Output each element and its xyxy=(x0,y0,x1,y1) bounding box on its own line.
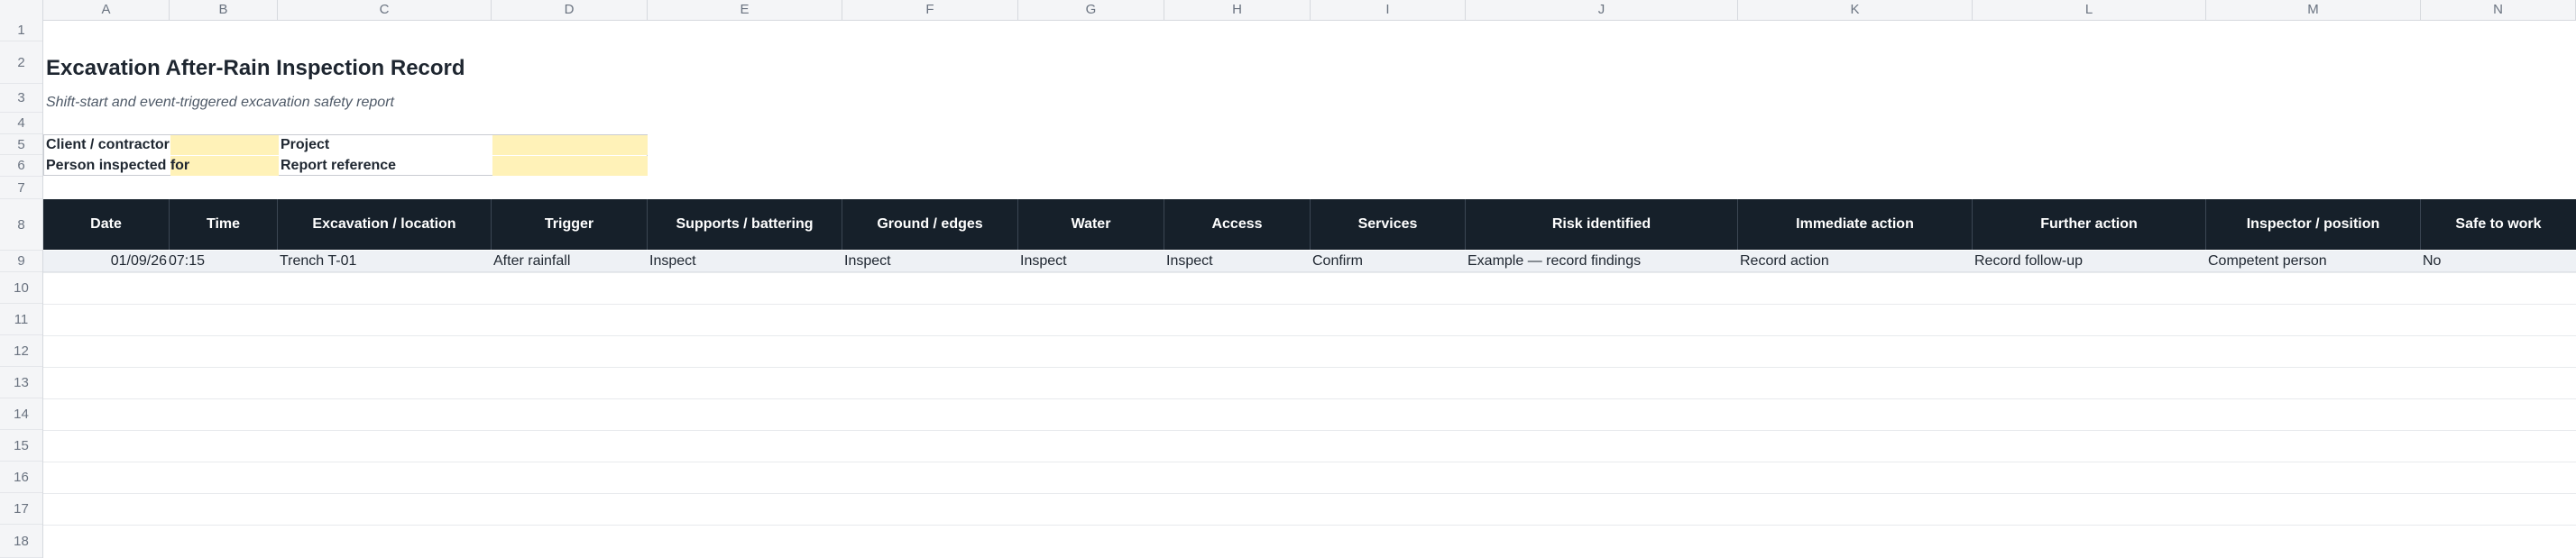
row-header-3[interactable]: 3 xyxy=(0,84,42,113)
cell-date[interactable]: 01/09/26 xyxy=(43,251,167,272)
header-trigger[interactable]: Trigger xyxy=(492,199,648,250)
grid-line xyxy=(43,335,2576,336)
row-header-2[interactable]: 2 xyxy=(0,41,42,84)
column-header-e[interactable]: E xyxy=(648,0,842,20)
row-header-5[interactable]: 5 xyxy=(0,134,42,155)
cell-inspector-position[interactable]: Competent person xyxy=(2208,251,2419,272)
grid-line xyxy=(43,398,2576,399)
project-label: Project xyxy=(281,137,330,152)
report-reference-label: Report reference xyxy=(281,158,397,173)
cell-water[interactable]: Inspect xyxy=(1020,251,1163,272)
header-safe-to-work[interactable]: Safe to work xyxy=(2421,199,2576,250)
column-header-i[interactable]: I xyxy=(1311,0,1466,20)
row-header-1[interactable]: 1 xyxy=(0,20,42,41)
row-header-9[interactable]: 9 xyxy=(0,251,42,272)
cell-services[interactable]: Confirm xyxy=(1312,251,1464,272)
cell-trigger[interactable]: After rainfall xyxy=(493,251,646,272)
cell-ground-edges[interactable]: Inspect xyxy=(844,251,1017,272)
header-risk-identified[interactable]: Risk identified xyxy=(1466,199,1738,250)
cell-supports-battering[interactable]: Inspect xyxy=(649,251,841,272)
column-header-a[interactable]: A xyxy=(43,0,170,20)
row-header-18[interactable]: 18 xyxy=(0,525,42,558)
header-excavation-location[interactable]: Excavation / location xyxy=(278,199,492,250)
cell-excavation-location[interactable]: Trench T-01 xyxy=(280,251,490,272)
header-time[interactable]: Time xyxy=(170,199,278,250)
column-header-bar: A B C D E F G H I J K L M N xyxy=(0,0,2576,21)
row-header-4[interactable]: 4 xyxy=(0,113,42,134)
header-services[interactable]: Services xyxy=(1311,199,1466,250)
grid-line xyxy=(43,430,2576,431)
row-header-17[interactable]: 17 xyxy=(0,493,42,525)
header-supports-battering[interactable]: Supports / battering xyxy=(648,199,842,250)
client-contractor-label: Client / contractor xyxy=(46,137,170,152)
column-header-f[interactable]: F xyxy=(842,0,1018,20)
select-all-corner[interactable] xyxy=(0,0,43,20)
grid-line xyxy=(43,525,2576,526)
row-header-11[interactable]: 11 xyxy=(0,304,42,335)
sheet-subtitle[interactable]: Shift-start and event-triggered excavati… xyxy=(46,95,394,111)
info-block: Client / contractor Project Person inspe… xyxy=(43,134,648,176)
row-header-10[interactable]: 10 xyxy=(0,272,42,304)
client-contractor-input[interactable] xyxy=(170,135,279,155)
column-header-g[interactable]: G xyxy=(1018,0,1164,20)
header-ground-edges[interactable]: Ground / edges xyxy=(842,199,1018,250)
grid-line xyxy=(43,367,2576,368)
column-header-m[interactable]: M xyxy=(2206,0,2421,20)
cell-time[interactable]: 07:15 xyxy=(169,251,276,272)
row-header-16[interactable]: 16 xyxy=(0,462,42,493)
table-row: 01/09/26 07:15 Trench T-01 After rainfal… xyxy=(43,251,2576,272)
column-header-k[interactable]: K xyxy=(1738,0,1973,20)
grid-line xyxy=(43,304,2576,305)
row-header-7[interactable]: 7 xyxy=(0,177,42,199)
header-further-action[interactable]: Further action xyxy=(1973,199,2206,250)
row-header-8[interactable]: 8 xyxy=(0,199,42,251)
row-header-6[interactable]: 6 xyxy=(0,155,42,177)
column-header-c[interactable]: C xyxy=(278,0,492,20)
header-water[interactable]: Water xyxy=(1018,199,1164,250)
cell-further-action[interactable]: Record follow-up xyxy=(1974,251,2204,272)
column-header-j[interactable]: J xyxy=(1466,0,1738,20)
grid-line xyxy=(43,272,2576,273)
project-input[interactable] xyxy=(492,135,648,155)
cell-risk-identified[interactable]: Example — record findings xyxy=(1467,251,1736,272)
column-header-l[interactable]: L xyxy=(1973,0,2206,20)
cell-access[interactable]: Inspect xyxy=(1166,251,1309,272)
report-reference-input[interactable] xyxy=(492,156,648,176)
cell-safe-to-work[interactable]: No xyxy=(2423,251,2574,272)
header-inspector-position[interactable]: Inspector / position xyxy=(2206,199,2421,250)
column-header-n[interactable]: N xyxy=(2421,0,2576,20)
row-header-14[interactable]: 14 xyxy=(0,398,42,430)
row-header-12[interactable]: 12 xyxy=(0,335,42,367)
person-inspected-label: Person inspected for xyxy=(46,158,190,173)
grid-line xyxy=(43,493,2576,494)
row-header-bar: 1 2 3 4 5 6 7 8 9 10 11 12 13 14 15 16 1… xyxy=(0,20,43,558)
column-header-h[interactable]: H xyxy=(1164,0,1311,20)
row-header-15[interactable]: 15 xyxy=(0,430,42,462)
row-header-13[interactable]: 13 xyxy=(0,367,42,398)
spreadsheet: A B C D E F G H I J K L M N 1 2 3 4 5 6 … xyxy=(0,0,2576,558)
header-immediate-action[interactable]: Immediate action xyxy=(1738,199,1973,250)
header-access[interactable]: Access xyxy=(1164,199,1311,250)
column-header-d[interactable]: D xyxy=(492,0,648,20)
column-header-b[interactable]: B xyxy=(170,0,278,20)
table-header-row: Date Time Excavation / location Trigger … xyxy=(43,199,2576,250)
sheet-title[interactable]: Excavation After-Rain Inspection Record xyxy=(46,56,465,81)
header-date[interactable]: Date xyxy=(43,199,170,250)
cell-immediate-action[interactable]: Record action xyxy=(1740,251,1971,272)
